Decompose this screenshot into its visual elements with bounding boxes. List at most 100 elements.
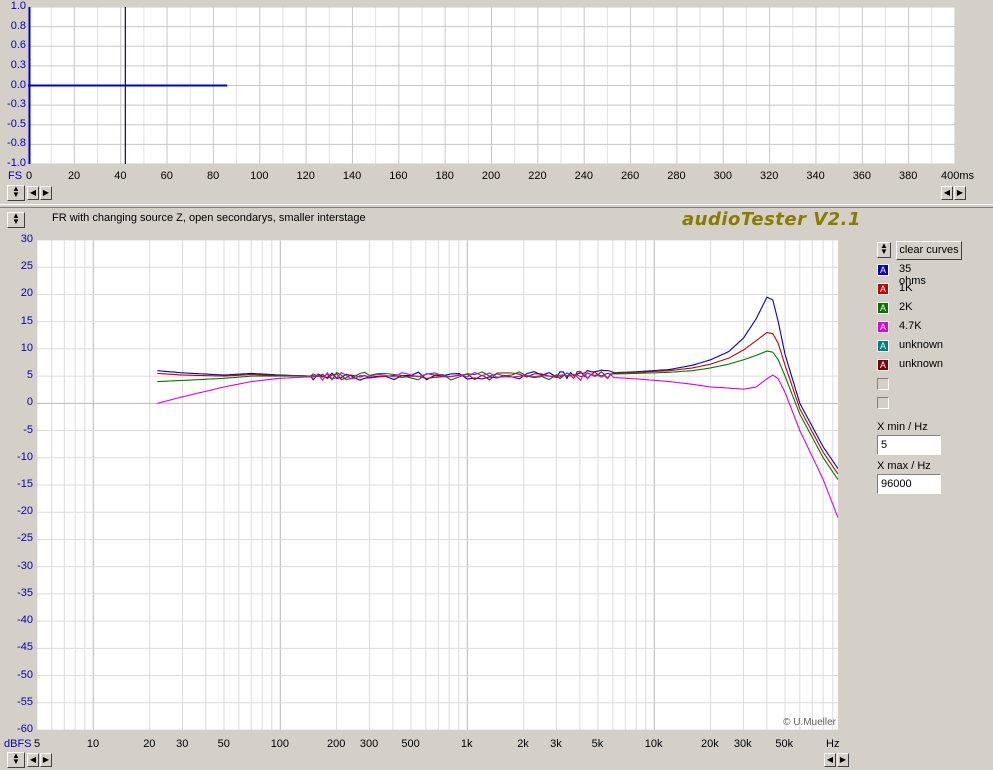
fr-x-tick-label: 2k: [517, 738, 529, 750]
legend-chip[interactable]: A: [877, 264, 889, 276]
fr-y-tick-label: 20: [20, 287, 33, 300]
legend-chip[interactable]: A: [877, 359, 889, 371]
impulse-y-tick-label: 0.8: [10, 19, 26, 32]
impulse-y-tick-label: 0.0: [10, 78, 26, 91]
xmax-input[interactable]: [877, 474, 941, 494]
impulse-x-tick-label: 140: [342, 170, 362, 182]
fr-scroll-left-button-right[interactable]: ◀: [824, 753, 836, 767]
fr-y-tick-label: -25: [17, 532, 33, 545]
fr-y-tick-label: 0: [26, 396, 33, 409]
fr-x-tick-label: 10k: [644, 738, 663, 750]
frequency-response-plot-area[interactable]: © U.Mueller: [37, 240, 838, 730]
impulse-x-tick-label: 280: [667, 170, 686, 182]
impulse-x-tick-label: 340: [806, 170, 825, 182]
brand-logo: audioTester V2.1: [682, 209, 862, 230]
fr-y-tick-label: 5: [26, 369, 33, 382]
fr-scroll-right-button[interactable]: ▶: [40, 753, 52, 767]
impulse-x-tick-label: 320: [760, 170, 779, 182]
fr-series-line: [157, 350, 838, 480]
impulse-x-tick-label: 60: [160, 170, 173, 182]
fr-x-tick-label: 5k: [591, 738, 604, 750]
fr-y-tick-label: 25: [20, 260, 33, 273]
legend-label: 1K: [899, 282, 913, 294]
copyright-label: © U.Mueller: [783, 717, 836, 728]
fr-y-tick-label: -15: [17, 478, 33, 490]
impulse-scroll-right-button-right[interactable]: ▶: [954, 186, 966, 200]
fr-x-tick-label: 30: [176, 738, 189, 750]
empty-slot-chip[interactable]: [877, 378, 889, 390]
fr-y-tick-label: -45: [17, 641, 33, 654]
empty-slot-chip[interactable]: [877, 397, 889, 409]
fr-x-tick-label: 5: [34, 738, 41, 750]
legend-label: unknown: [899, 339, 944, 351]
impulse-y-tick-label: -0.8: [7, 137, 26, 150]
impulse-y-tick-label: 0.6: [10, 39, 26, 52]
fr-x-tick-label: 300: [359, 738, 379, 750]
fr-y-tick-label: -10: [17, 450, 33, 463]
impulse-scroll-left-button[interactable]: ◀: [27, 186, 39, 200]
fr-series-line: [157, 296, 838, 470]
panel-divider[interactable]: [0, 204, 993, 208]
impulse-y-tick-label: -0.5: [7, 117, 26, 130]
legend-label: 2K: [899, 301, 913, 313]
fr-zoom-spinner[interactable]: ▲ ▼: [7, 752, 25, 768]
impulse-x-tick-label: 120: [296, 170, 315, 182]
fr-scroll-right-button-right[interactable]: ▶: [837, 753, 849, 767]
fr-x-unit: Hz: [826, 738, 840, 750]
fr-y-tick-label: -40: [17, 614, 33, 627]
fr-y-tick-label: -30: [17, 559, 33, 572]
impulse-y-tick-label: -1.0: [7, 157, 26, 169]
impulse-x-tick-label: 200: [481, 170, 501, 182]
impulse-y-tick-label: 1.0: [10, 0, 26, 12]
fr-x-tick-label: 50: [217, 738, 230, 750]
frequency-response-svg: [37, 240, 838, 730]
fr-y-tick-label: 15: [20, 314, 33, 327]
impulse-x-tick-label: 160: [389, 170, 408, 182]
impulse-x-tick-label: 0: [26, 170, 33, 182]
impulse-x-tick-label: 360: [852, 170, 872, 182]
impulse-scroll-left-button-right[interactable]: ◀: [941, 186, 953, 200]
impulse-plot-svg: [28, 7, 955, 164]
legend-label: unknown: [899, 358, 944, 370]
fr-x-tick-label: 30k: [733, 738, 752, 750]
fr-scroll-left-button[interactable]: ◀: [27, 753, 39, 767]
impulse-x-tick-label: 400ms: [941, 170, 975, 182]
fr-y-tick-label: 30: [20, 233, 33, 245]
legend-label: 4.7K: [899, 320, 922, 332]
xmin-input[interactable]: [877, 435, 941, 455]
fr-y-tick-label: 10: [20, 341, 33, 354]
legend-chip[interactable]: A: [877, 283, 889, 295]
impulse-x-tick-label: 40: [114, 170, 127, 182]
clear-curves-button[interactable]: clear curves: [896, 241, 962, 260]
fr-y-tick-label: -60: [17, 723, 33, 735]
impulse-x-tick-label: 260: [620, 170, 640, 182]
impulse-x-tick-label: 20: [67, 170, 81, 182]
impulse-plot-area[interactable]: [28, 7, 955, 164]
graph-title: FR with changing source Z, open secondar…: [52, 212, 366, 224]
legend-spinner[interactable]: ▲ ▼: [877, 242, 891, 258]
xmin-label: X min / Hz: [877, 421, 928, 433]
fr-x-tick-label: 100: [270, 738, 290, 750]
legend-chip[interactable]: A: [877, 321, 889, 333]
fr-x-tick-label: 20: [143, 738, 156, 750]
fr-y-tick-label: -5: [23, 423, 33, 436]
legend-chip[interactable]: A: [877, 340, 889, 352]
fr-x-tick-label: 500: [401, 738, 420, 750]
graph-title-spinner[interactable]: ▲ ▼: [7, 212, 25, 228]
fr-y-tick-label: -35: [17, 586, 33, 599]
fr-x-tick-label: 20k: [701, 738, 719, 750]
impulse-x-tick-label: 100: [250, 170, 269, 182]
xmax-label: X max / Hz: [877, 460, 931, 472]
fr-x-tick-label: 200: [326, 738, 346, 750]
fr-y-tick-label: -55: [17, 695, 33, 708]
legend-chip[interactable]: A: [877, 302, 889, 314]
impulse-x-tick-label: 220: [528, 170, 547, 182]
fr-x-tick-label: 10: [86, 738, 100, 750]
impulse-y-tick-label: 0.3: [10, 58, 26, 71]
fr-y-unit: dBFS: [4, 738, 32, 750]
fr-series-line: [157, 371, 838, 518]
impulse-zoom-spinner[interactable]: ▲ ▼: [7, 185, 25, 201]
impulse-scroll-right-button[interactable]: ▶: [40, 186, 52, 200]
impulse-x-tick-label: 300: [713, 170, 732, 182]
impulse-y-unit: FS: [8, 170, 23, 182]
